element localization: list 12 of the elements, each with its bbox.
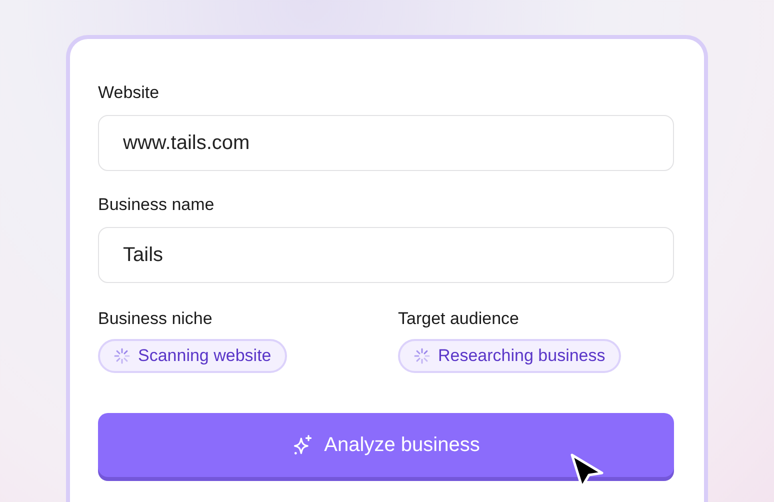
sparkle-icon [292,434,314,456]
spinner-icon [114,348,130,364]
spinner-icon [414,348,430,364]
field-label: Business name [98,195,214,215]
status-chip: Researching business [398,339,622,373]
text-input-field[interactable]: Tails [98,227,674,283]
field-label: Business niche [98,309,212,329]
analyze-button[interactable]: Analyze business [98,413,674,477]
field-label: Target audience [398,309,519,329]
status-chip: Scanning website [98,339,288,373]
text-input-field[interactable]: www.tails.com [98,115,674,171]
field-label: Website [98,83,160,103]
